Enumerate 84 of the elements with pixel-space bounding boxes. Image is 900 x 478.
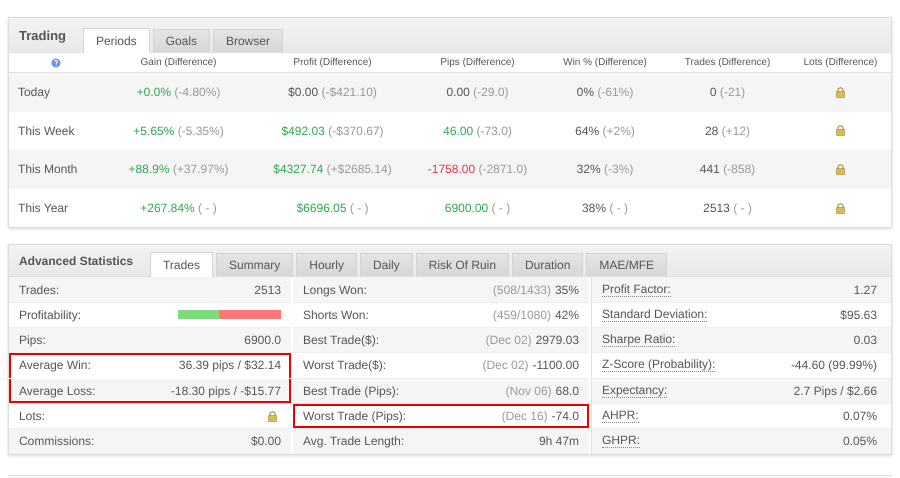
table-cell: $6696.05 ( - ) xyxy=(296,201,369,216)
period-label: This Month xyxy=(18,162,78,176)
tab[interactable]: Periods xyxy=(82,28,150,53)
stat-value: (Dec 02) -1100.00 xyxy=(482,358,579,372)
stat-value: -18.30 pips / -$15.77 xyxy=(170,384,281,398)
tab[interactable]: MAE/MFE xyxy=(586,253,668,276)
stat-value: 0.03 xyxy=(854,333,877,348)
table-cell: 38% ( - ) xyxy=(582,201,628,216)
table-cell: +88.9% (+37.97%) xyxy=(128,162,229,176)
stat-label: Avg. Trade Length: xyxy=(303,434,404,448)
stat-value: -44.60 (99.99%) xyxy=(790,358,877,372)
stat-label: Average Win: xyxy=(19,358,91,372)
stat-value: 1.27 xyxy=(854,282,877,297)
stat-label: Lots: xyxy=(19,409,46,423)
help-icon[interactable] xyxy=(50,58,60,68)
stat-label: Best Trade (Pips): xyxy=(303,384,400,398)
lock-icon xyxy=(268,410,277,422)
table-cell: 46.00 (-73.0) xyxy=(443,124,512,138)
stat-label: Pips: xyxy=(19,333,46,348)
stat-label: Longs Won: xyxy=(303,282,367,297)
stat-value: (459/1080) 42% xyxy=(492,308,579,322)
table-cell: 28 (+12) xyxy=(704,124,750,138)
stat-value: 9h 47m xyxy=(538,434,579,448)
tooltip-link[interactable]: Profit Factor: xyxy=(602,282,671,297)
stat-value: (Dec 02) 2979.03 xyxy=(486,333,579,348)
table-cell: 6900.00 ( - ) xyxy=(444,201,510,216)
period-label: Today xyxy=(18,85,50,100)
stat-value: 2513 xyxy=(254,282,281,297)
column-header: Gain (Difference) xyxy=(140,57,216,68)
table-cell: 0 (-21) xyxy=(710,85,746,100)
table-cell: $492.03 (-$370.67) xyxy=(281,124,384,138)
period-label: This Week xyxy=(18,124,74,138)
stat-label: Worst Trade (Pips): xyxy=(303,409,406,423)
stat-value: $95.63 xyxy=(840,308,877,322)
tab[interactable]: Hourly xyxy=(296,253,357,276)
table-cell: $0.00 (-$421.10) xyxy=(288,85,377,100)
tab[interactable]: Duration xyxy=(512,253,584,276)
column-header: Win % (Difference) xyxy=(563,57,647,68)
tab[interactable]: Browser xyxy=(213,29,284,52)
panel-title: Advanced Statistics xyxy=(19,254,134,268)
table-cell: +0.0% (-4.80%) xyxy=(136,85,220,100)
stat-value: 36.39 pips / $32.14 xyxy=(178,358,281,372)
table-cell: 2513 ( - ) xyxy=(703,201,752,216)
table-cell: 64% (+2%) xyxy=(575,124,635,138)
stat-label: Commissions: xyxy=(19,434,94,448)
stat-value: 0.07% xyxy=(842,409,877,423)
column-header: Trades (Difference) xyxy=(684,57,770,68)
tooltip-link[interactable]: Sharpe Ratio: xyxy=(602,333,676,348)
stat-value: 6900.0 xyxy=(244,333,281,348)
table-cell: $4327.74 (+$2685.14) xyxy=(273,162,392,176)
stat-label: Shorts Won: xyxy=(303,308,369,322)
tooltip-link[interactable]: Standard Deviation: xyxy=(602,308,708,322)
tooltip-link[interactable]: Z-Score (Probability): xyxy=(602,358,716,372)
stat-label: Profitability: xyxy=(19,308,82,322)
column-header: Pips (Difference) xyxy=(440,57,515,68)
period-label: This Year xyxy=(18,201,68,216)
column-header: Profit (Difference) xyxy=(293,57,372,68)
table-cell: +5.65% (-5.35%) xyxy=(133,124,224,138)
stat-value: 2.7 Pips / $2.66 xyxy=(794,384,877,398)
stat-value: 0.05% xyxy=(842,434,877,448)
tab[interactable]: Risk Of Ruin xyxy=(416,253,510,276)
stat-label: Average Loss: xyxy=(19,384,96,398)
tab[interactable]: Daily xyxy=(360,253,413,276)
stat-value: $0.00 xyxy=(250,434,281,448)
tooltip-link[interactable]: GHPR: xyxy=(602,434,640,448)
tab[interactable]: Trades xyxy=(150,252,213,278)
column-header: Lots (Difference) xyxy=(804,57,878,68)
table-cell: 0.00 (-29.0) xyxy=(446,85,509,100)
tooltip-link[interactable]: AHPR: xyxy=(602,409,639,423)
stat-value: (Dec 16) -74.0 xyxy=(502,409,579,423)
tooltip-link[interactable]: Expectancy: xyxy=(602,384,668,398)
table-cell: -1758.00 (-2871.0) xyxy=(428,162,528,176)
stat-label: Worst Trade($): xyxy=(303,358,386,372)
stat-label: Trades: xyxy=(19,282,60,297)
table-cell: +267.84% ( - ) xyxy=(140,201,217,216)
stat-label: Best Trade($): xyxy=(303,333,380,348)
table-cell: 32% (-3%) xyxy=(576,162,634,176)
panel-title: Trading xyxy=(19,28,66,42)
stat-value: (Nov 06) 68.0 xyxy=(506,384,579,398)
tab[interactable]: Goals xyxy=(152,29,210,52)
table-cell: 0% (-61%) xyxy=(576,85,634,100)
tab[interactable]: Summary xyxy=(216,253,294,276)
stat-value: (508/1433) 35% xyxy=(492,282,579,297)
table-cell: 441 (-858) xyxy=(700,162,756,176)
